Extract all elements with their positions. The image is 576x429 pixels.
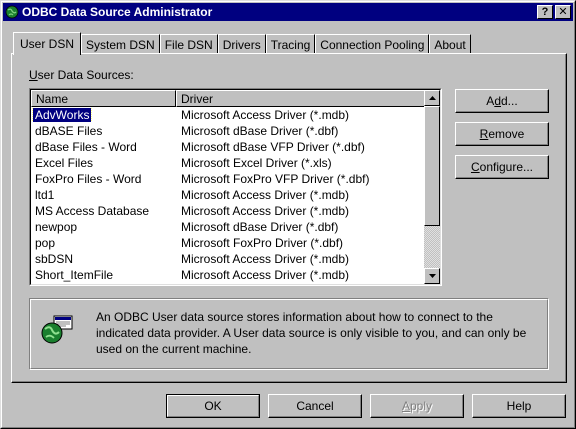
help-title-button[interactable]: ? xyxy=(537,5,553,19)
info-group: An ODBC User data source stores informat… xyxy=(29,298,549,370)
list-item[interactable]: sbDSN Microsoft Access Driver (*.mdb) xyxy=(31,251,425,267)
data-source-driver: Microsoft Access Driver (*.mdb) xyxy=(181,204,350,218)
list-item[interactable]: pop Microsoft FoxPro Driver (*.dbf) xyxy=(31,235,425,251)
scroll-up-button[interactable] xyxy=(424,90,440,106)
data-source-driver: Microsoft dBase VFP Driver (*.dbf) xyxy=(181,140,365,154)
list-item[interactable]: FoxPro Files - Word Microsoft FoxPro VFP … xyxy=(31,171,425,187)
list-item[interactable]: MS Access Database Microsoft Access Drive… xyxy=(31,203,425,219)
vertical-scrollbar[interactable] xyxy=(424,90,440,284)
data-source-name: AdvWorks xyxy=(31,108,93,122)
tab-file-dsn[interactable]: File DSN xyxy=(159,34,218,54)
list-item[interactable]: newpop Microsoft dBase Driver (*.dbf) xyxy=(31,219,425,235)
data-source-driver: Microsoft Excel Driver (*.xls) xyxy=(181,156,332,170)
odbc-app-icon xyxy=(5,5,19,19)
list-item[interactable]: dBase Files - Word Microsoft dBase VFP Dr… xyxy=(31,139,425,155)
data-source-driver: Microsoft dBase Driver (*.dbf) xyxy=(181,124,339,138)
data-source-name: dBASE Files xyxy=(35,124,103,138)
data-source-name: ltd1 xyxy=(35,188,55,202)
data-source-name: Excel Files xyxy=(35,156,94,170)
data-source-driver: Microsoft Access Driver (*.mdb) xyxy=(181,268,350,282)
list-item[interactable]: Excel Files Microsoft Excel Driver (*.xls… xyxy=(31,155,425,171)
tab-system-dsn[interactable]: System DSN xyxy=(81,34,160,54)
data-source-driver: Microsoft Access Driver (*.mdb) xyxy=(181,252,350,266)
help-button[interactable]: Help xyxy=(472,394,566,418)
list-item[interactable]: AdvWorks Microsoft Access Driver (*.mdb) xyxy=(31,107,425,123)
info-text: An ODBC User data source stores informat… xyxy=(96,310,527,356)
list-item[interactable]: Short_ItemFile Microsoft Access Driver (*… xyxy=(31,267,425,283)
data-source-driver: Microsoft FoxPro VFP Driver (*.dbf) xyxy=(181,172,370,186)
data-source-driver: Microsoft FoxPro Driver (*.dbf) xyxy=(181,236,344,250)
list-item[interactable]: ltd1 Microsoft Access Driver (*.mdb) xyxy=(31,187,425,203)
tab-panel-user-dsn: User Data Sources: Name Driver AdvWorks M… xyxy=(11,53,567,383)
data-source-name: FoxPro Files - Word xyxy=(35,172,142,186)
tab-drivers[interactable]: Drivers xyxy=(217,34,266,54)
data-source-name: Short_ItemFile xyxy=(35,268,114,282)
tab-connection-pooling[interactable]: Connection Pooling xyxy=(315,34,430,54)
data-source-name: sbDSN xyxy=(35,252,74,266)
window-title: ODBC Data Source Administrator xyxy=(22,5,213,19)
user-data-sources-label: User Data Sources: xyxy=(29,68,134,82)
data-source-driver: Microsoft Access Driver (*.mdb) xyxy=(181,188,350,202)
data-source-name: MS Access Database xyxy=(35,204,150,218)
title-bar[interactable]: ODBC Data Source Administrator ? ✕ xyxy=(3,3,573,21)
arrow-down-icon xyxy=(428,274,436,278)
data-sources-list[interactable]: Name Driver AdvWorks Microsoft Access Dri… xyxy=(29,88,442,286)
odbc-window: ODBC Data Source Administrator ? ✕ User … xyxy=(0,0,576,429)
list-rows: AdvWorks Microsoft Access Driver (*.mdb) d… xyxy=(31,107,425,283)
tab-strip: User DSN System DSN File DSN Drivers Tracing… xyxy=(13,31,471,55)
data-source-name: pop xyxy=(35,236,56,250)
data-source-name: newpop xyxy=(35,220,78,234)
tab-tracing[interactable]: Tracing xyxy=(265,34,316,54)
column-header-driver[interactable]: Driver xyxy=(176,90,425,107)
data-source-name: dBase Files - Word xyxy=(35,140,137,154)
scroll-down-button[interactable] xyxy=(424,268,440,284)
tab-about[interactable]: About xyxy=(429,34,471,54)
data-source-driver: Microsoft dBase Driver (*.dbf) xyxy=(181,220,339,234)
arrow-up-icon xyxy=(428,96,436,100)
close-button[interactable]: ✕ xyxy=(555,5,571,19)
data-source-driver: Microsoft Access Driver (*.mdb) xyxy=(181,108,350,122)
configure-button[interactable]: Configure... xyxy=(455,155,549,179)
ok-button[interactable]: OK xyxy=(166,394,260,418)
list-item[interactable]: dBASE Files Microsoft dBase Driver (*.dbf… xyxy=(31,123,425,139)
list-header: Name Driver xyxy=(31,90,425,107)
cancel-button[interactable]: Cancel xyxy=(268,394,362,418)
remove-button[interactable]: Remove xyxy=(455,122,549,146)
apply-button[interactable]: Apply xyxy=(370,394,464,418)
column-header-name[interactable]: Name xyxy=(31,90,176,107)
tab-user-dsn[interactable]: User DSN xyxy=(13,32,82,55)
scrollbar-thumb[interactable] xyxy=(424,106,440,226)
add-button[interactable]: Ad d... xyxy=(455,89,549,113)
odbc-info-icon xyxy=(41,315,73,344)
